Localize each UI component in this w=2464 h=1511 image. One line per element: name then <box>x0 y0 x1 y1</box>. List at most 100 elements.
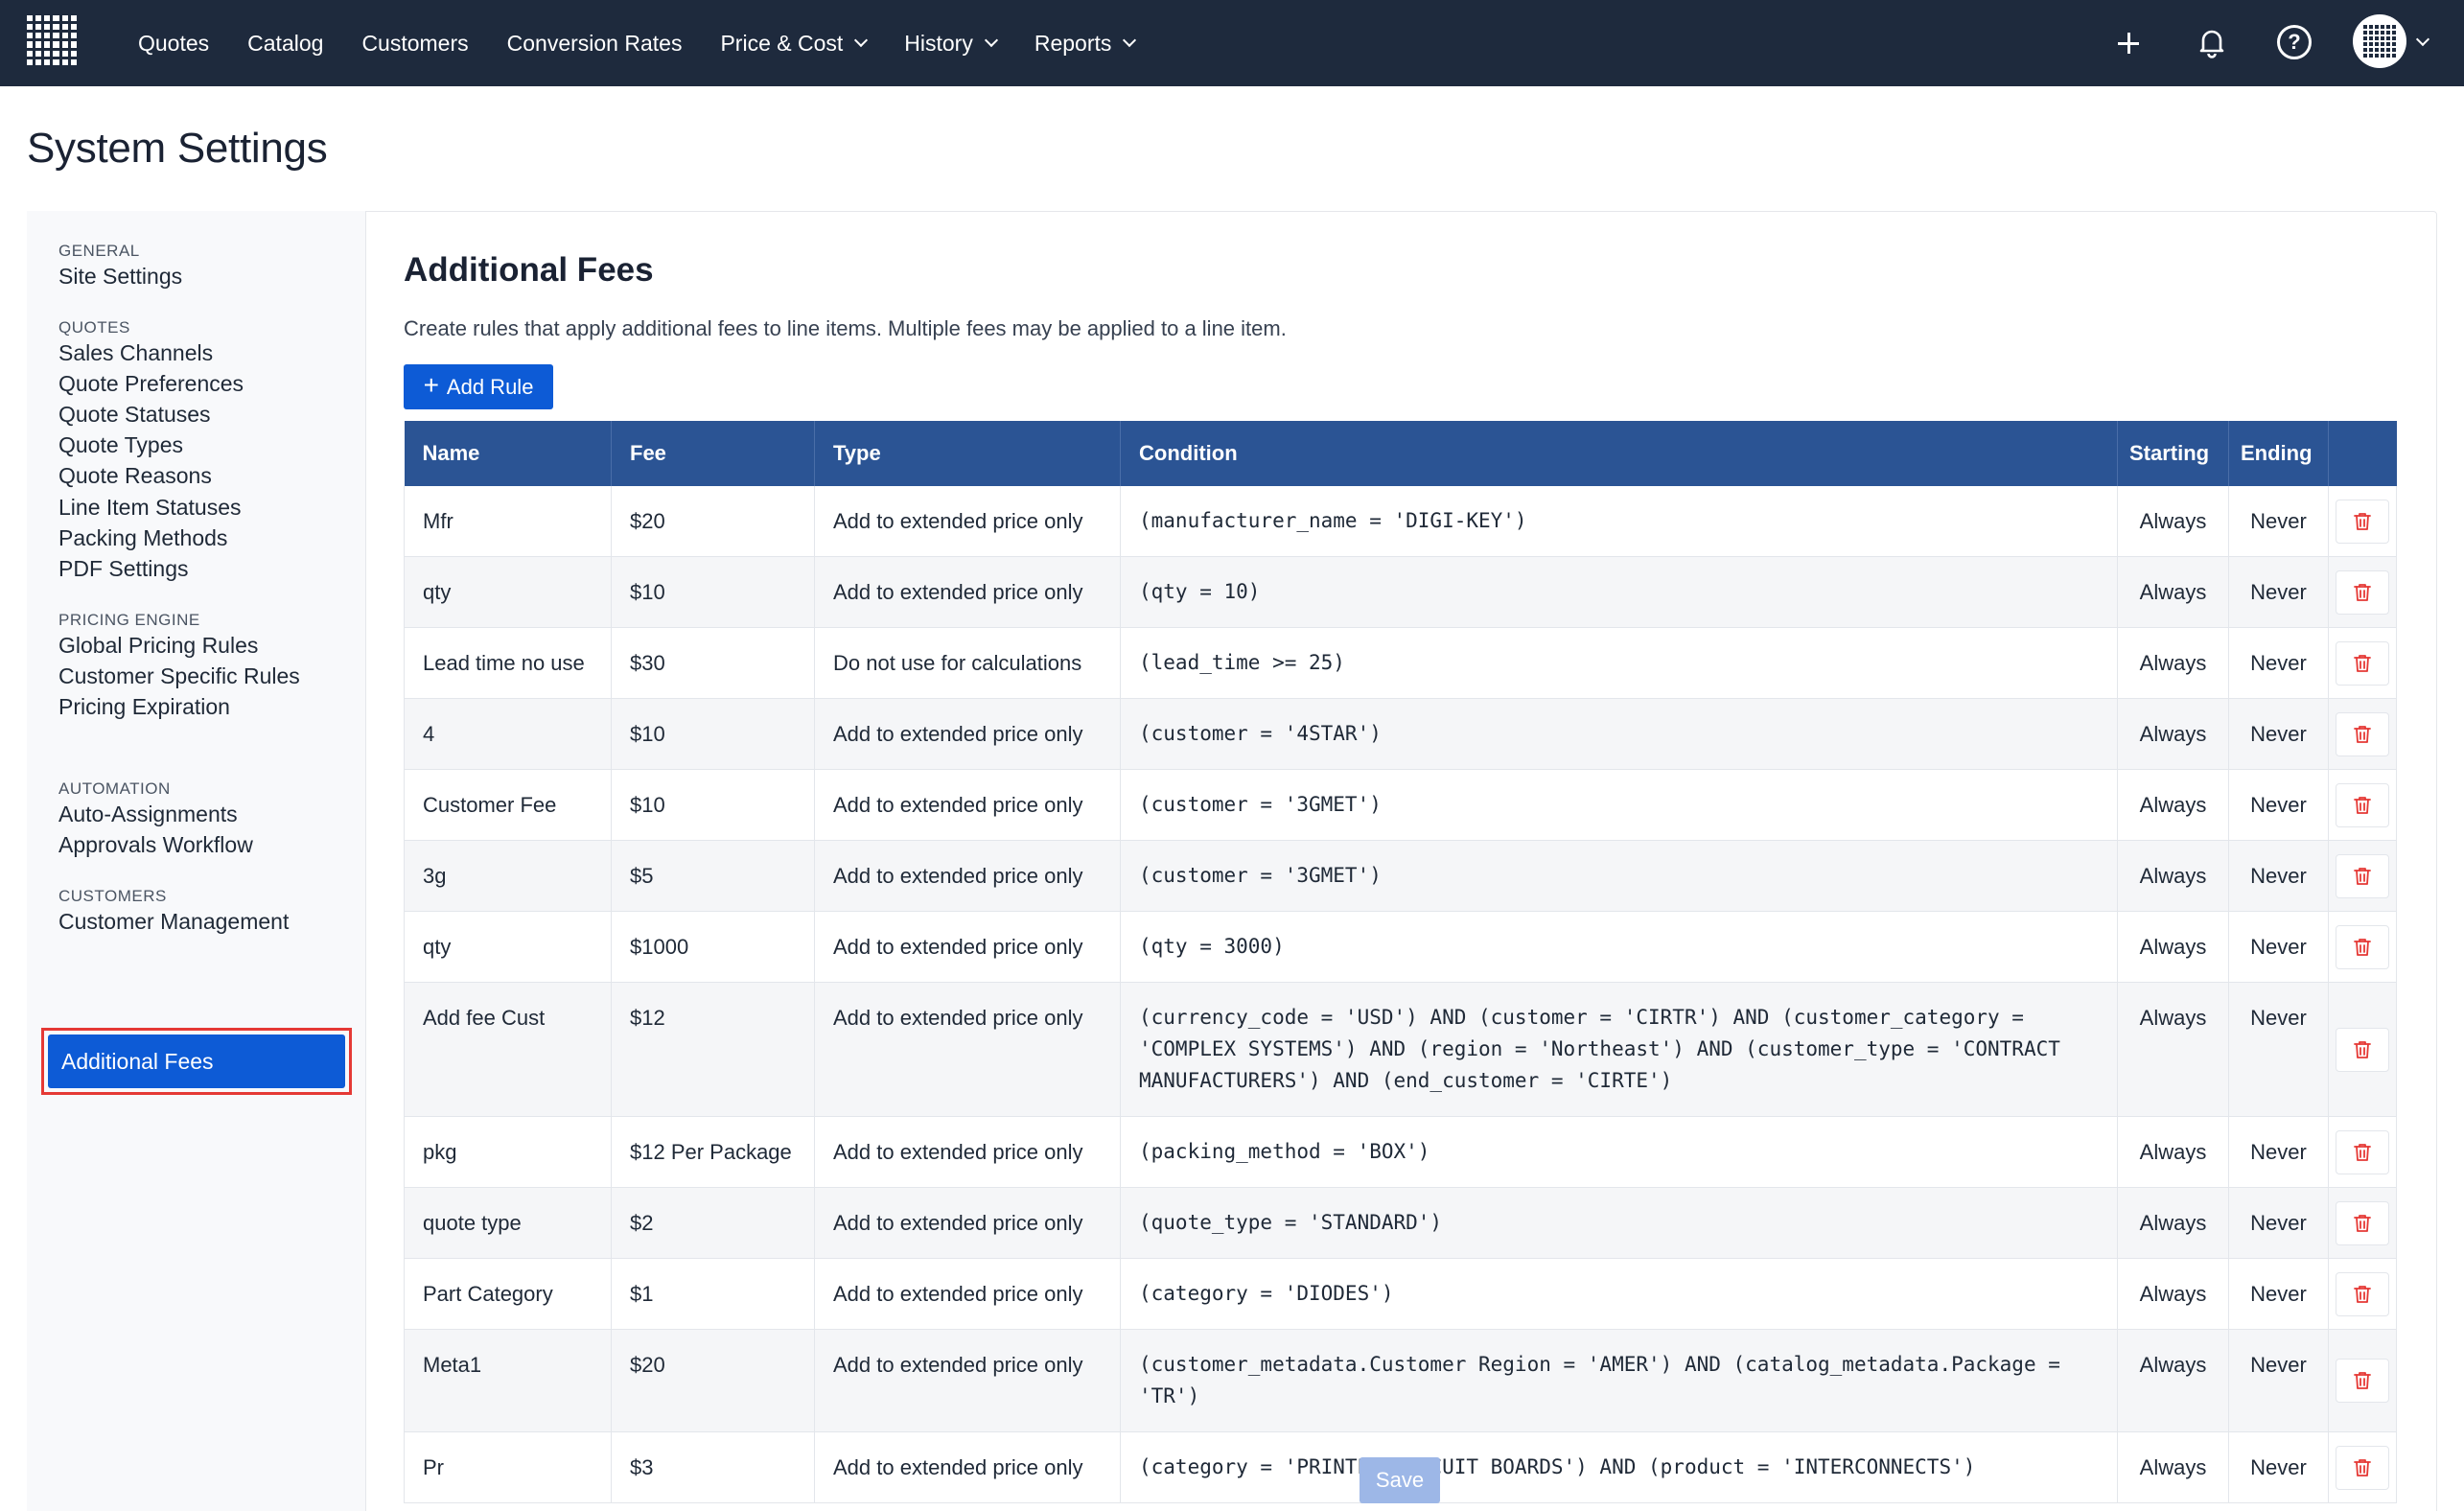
cell-name: Mfr <box>404 486 612 557</box>
plus-icon: + <box>423 370 439 400</box>
trash-icon[interactable] <box>2336 1359 2389 1403</box>
plus-icon[interactable] <box>2112 27 2145 59</box>
sidebar-item-customer-management[interactable]: Customer Management <box>58 909 289 935</box>
cell-fee: $10 <box>611 698 815 770</box>
cell-type: Add to extended price only <box>814 1431 1121 1503</box>
table-row[interactable]: Meta1 $20 Add to extended price only (custo… <box>404 1329 2397 1432</box>
table-row[interactable]: pkg $12 Per Package Add to extended price … <box>404 1116 2397 1188</box>
cell-type: Add to extended price only <box>814 911 1121 983</box>
sidebar-item-sales-channels[interactable]: Sales Channels <box>58 340 213 366</box>
sidebar-section-automation: AUTOMATION <box>58 779 171 798</box>
cell-delete <box>2328 1258 2397 1330</box>
cell-condition: (currency_code = 'USD') AND (customer = … <box>1120 982 2118 1117</box>
grid-logo-icon[interactable] <box>27 15 77 65</box>
table-row[interactable]: Customer Fee $10 Add to extended price onl… <box>404 769 2397 841</box>
trash-icon[interactable] <box>2336 1271 2389 1316</box>
cell-condition: (manufacturer_name = 'DIGI-KEY') <box>1120 486 2118 557</box>
trash-icon[interactable] <box>2336 853 2389 898</box>
chevron-down-icon[interactable] <box>2415 32 2430 47</box>
trash-icon[interactable] <box>2336 640 2389 686</box>
sidebar-item-customer-specific-rules[interactable]: Customer Specific Rules <box>58 663 300 689</box>
cell-type: Add to extended price only <box>814 1187 1121 1259</box>
sidebar-item-pricing-expiration[interactable]: Pricing Expiration <box>58 694 230 720</box>
cell-delete <box>2328 982 2397 1117</box>
sidebar-item-auto-assignments[interactable]: Auto-Assignments <box>58 802 238 827</box>
table-row[interactable]: quote type $2 Add to extended price only (q… <box>404 1187 2397 1259</box>
cell-starting: Always <box>2117 1431 2229 1503</box>
bell-icon[interactable] <box>2195 25 2229 59</box>
cell-condition: (customer = '3GMET') <box>1120 840 2118 912</box>
nav-item-conversion-rates[interactable]: Conversion Rates <box>507 31 683 57</box>
cell-type: Add to extended price only <box>814 982 1121 1117</box>
nav-item-history[interactable]: History <box>904 30 998 57</box>
trash-icon[interactable] <box>2336 1200 2389 1245</box>
cell-fee: $20 <box>611 486 815 557</box>
cell-ending: Never <box>2228 1329 2329 1432</box>
nav-item-reports[interactable]: Reports <box>1034 31 1137 57</box>
main-nav: Quotes Catalog Customers Conversion Rates Pr… <box>119 0 1153 86</box>
sidebar-item-pdf-settings[interactable]: PDF Settings <box>58 556 189 582</box>
cell-name: Add fee Cust <box>404 982 612 1117</box>
avatar-icon[interactable] <box>2353 14 2406 68</box>
help-icon[interactable]: ? <box>2277 25 2312 59</box>
cell-condition: (customer = '3GMET') <box>1120 769 2118 841</box>
table-row[interactable]: Lead time no use $30 Do not use for calcul… <box>404 627 2397 699</box>
sidebar-item-quote-preferences[interactable]: Quote Preferences <box>58 371 244 397</box>
cell-fee: $10 <box>611 556 815 628</box>
save-button[interactable]: Save <box>1360 1457 1440 1503</box>
sidebar-item-line-item-statuses[interactable]: Line Item Statuses <box>58 495 242 521</box>
sidebar-active-highlight: Additional Fees <box>41 1028 352 1095</box>
cell-fee: $30 <box>611 627 815 699</box>
cell-starting: Always <box>2117 769 2229 841</box>
cell-type: Add to extended price only <box>814 1116 1121 1188</box>
cell-ending: Never <box>2228 1258 2329 1330</box>
sidebar-item-quote-types[interactable]: Quote Types <box>58 432 183 458</box>
trash-icon[interactable] <box>2336 782 2389 827</box>
trash-icon[interactable] <box>2336 924 2389 969</box>
sidebar-item-additional-fees[interactable]: Additional Fees <box>48 1034 345 1088</box>
fees-table: Name Fee Type Condition Starting Ending Mfr $2… <box>404 421 2397 1503</box>
sidebar-item-packing-methods[interactable]: Packing Methods <box>58 525 227 551</box>
cell-delete <box>2328 556 2397 628</box>
cell-condition: (packing_method = 'BOX') <box>1120 1116 2118 1188</box>
column-header-actions <box>2328 421 2397 486</box>
cell-name: qty <box>404 911 612 983</box>
trash-icon[interactable] <box>2336 1129 2389 1174</box>
trash-icon[interactable] <box>2336 1445 2389 1490</box>
cell-delete <box>2328 486 2397 557</box>
cell-delete <box>2328 1116 2397 1188</box>
cell-ending: Never <box>2228 1116 2329 1188</box>
trash-icon[interactable] <box>2336 711 2389 756</box>
nav-item-price-cost[interactable]: Price & Cost <box>720 31 869 57</box>
table-row[interactable]: qty $1000 Add to extended price only (qty =… <box>404 911 2397 983</box>
trash-icon[interactable] <box>2336 570 2389 615</box>
sidebar-item-global-pricing-rules[interactable]: Global Pricing Rules <box>58 633 258 659</box>
table-row[interactable]: Mfr $20 Add to extended price only (manufac… <box>404 486 2397 557</box>
cell-name: Lead time no use <box>404 627 612 699</box>
table-row[interactable]: qty $10 Add to extended price only (qty = 1… <box>404 556 2397 628</box>
sidebar-item-site-settings[interactable]: Site Settings <box>58 264 182 290</box>
nav-item-catalog[interactable]: Catalog <box>247 31 323 57</box>
sidebar-section-general: GENERAL <box>58 242 140 260</box>
trash-icon[interactable] <box>2336 499 2389 544</box>
cell-name: Customer Fee <box>404 769 612 841</box>
table-row[interactable]: 3g $5 Add to extended price only (customer … <box>404 840 2397 912</box>
table-row[interactable]: Add fee Cust $12 Add to extended price onl… <box>404 982 2397 1117</box>
page-title: System Settings <box>27 125 328 172</box>
trash-icon[interactable] <box>2336 1027 2389 1072</box>
sidebar-item-quote-reasons[interactable]: Quote Reasons <box>58 463 212 489</box>
cell-condition: (customer = '4STAR') <box>1120 698 2118 770</box>
table-row[interactable]: 4 $10 Add to extended price only (customer … <box>404 698 2397 770</box>
sidebar-item-approvals-workflow[interactable]: Approvals Workflow <box>58 832 253 858</box>
cell-starting: Always <box>2117 911 2229 983</box>
nav-item-customers[interactable]: Customers <box>361 31 468 57</box>
chevron-down-icon <box>984 33 998 48</box>
cell-delete <box>2328 1431 2397 1503</box>
sidebar-item-quote-statuses[interactable]: Quote Statuses <box>58 402 211 428</box>
nav-item-quotes[interactable]: Quotes <box>138 31 209 57</box>
top-nav-bar: Quotes Catalog Customers Conversion Rates Pr… <box>0 0 2464 86</box>
add-rule-button[interactable]: + Add Rule <box>404 364 553 409</box>
table-row[interactable]: Part Category $1 Add to extended price onl… <box>404 1258 2397 1330</box>
nav-item-label: History <box>904 30 973 56</box>
section-title: Additional Fees <box>404 251 654 289</box>
